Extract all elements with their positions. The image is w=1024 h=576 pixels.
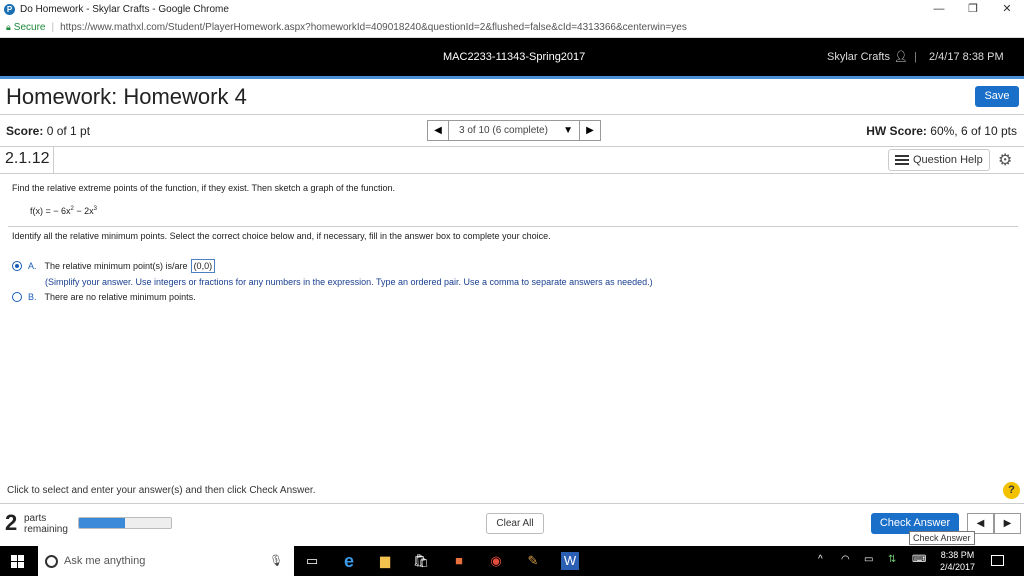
choice-a-text: The relative minimum point(s) is/are bbox=[44, 261, 188, 271]
page-title: Homework: Homework 4 bbox=[6, 84, 247, 109]
header-datetime: 2/4/17 8:38 PM bbox=[929, 51, 1004, 63]
radio-choice-b[interactable] bbox=[12, 292, 22, 302]
answer-input[interactable]: (0,0) bbox=[190, 259, 216, 273]
header-divider: | bbox=[914, 51, 917, 63]
user-name[interactable]: Skylar Crafts bbox=[827, 51, 890, 63]
divider bbox=[0, 503, 1024, 504]
task-view-icon[interactable]: ▭ bbox=[303, 552, 321, 570]
question-number: 2.1.12 bbox=[0, 147, 54, 173]
window-titlebar: P Do Homework - Skylar Crafts - Google C… bbox=[0, 0, 1024, 18]
taskbar-search[interactable]: Ask me anything 🎙︎ bbox=[38, 546, 294, 576]
header-accent-strip bbox=[0, 76, 1024, 79]
score-label: Score: bbox=[6, 124, 44, 138]
taskbar-clock[interactable]: 8:38 PM 2/4/2017 bbox=[940, 549, 975, 573]
windows-start-icon[interactable] bbox=[11, 555, 24, 568]
taskbar-date: 2/4/2017 bbox=[940, 562, 976, 572]
question-navigator: ◀ 3 of 10 (6 complete) ▼ ▶ bbox=[427, 120, 601, 141]
mathxl-favicon-icon: P bbox=[4, 3, 15, 15]
list-icon bbox=[895, 155, 909, 165]
edge-icon[interactable]: e bbox=[340, 552, 358, 570]
answer-hint: (Simplify your answer. Use integers or f… bbox=[45, 277, 653, 287]
chevron-down-icon: ▼ bbox=[563, 125, 573, 136]
chevron-up-icon[interactable]: ^ bbox=[818, 554, 823, 565]
question-instruction: Identify all the relative minimum points… bbox=[12, 231, 551, 241]
microphone-icon[interactable]: 🎙︎ bbox=[269, 554, 283, 567]
divider bbox=[0, 173, 1024, 174]
radio-choice-a[interactable] bbox=[12, 261, 22, 271]
paint-icon[interactable]: ✎ bbox=[524, 552, 542, 570]
parts-count: 2 bbox=[5, 510, 18, 535]
divider bbox=[8, 226, 1018, 227]
help-icon[interactable]: ? bbox=[1003, 482, 1020, 499]
choice-a-letter: A. bbox=[28, 261, 37, 271]
question-help-label: Question Help bbox=[913, 154, 983, 166]
score: Score: 0 of 1 pt bbox=[6, 124, 90, 138]
minimize-icon[interactable]: — bbox=[922, 0, 956, 18]
app-icon[interactable]: ■ bbox=[450, 552, 468, 570]
parts-label: parts remaining bbox=[24, 513, 68, 535]
function-expression: f(x) = − 6x2 − 2x3 bbox=[30, 206, 97, 216]
next-part-icon[interactable]: ▶ bbox=[994, 513, 1021, 534]
notification-icon[interactable] bbox=[991, 555, 1004, 566]
window-title: Do Homework - Skylar Crafts - Google Chr… bbox=[20, 3, 229, 15]
hw-score-value: 60%, 6 of 10 pts bbox=[930, 124, 1017, 138]
save-button[interactable]: Save bbox=[975, 86, 1019, 107]
course-header: MAC2233-11343-Spring2017 Skylar Crafts 👤… bbox=[0, 38, 1024, 76]
progress-bar-fill bbox=[79, 518, 125, 528]
restore-icon[interactable]: ❐ bbox=[956, 0, 990, 18]
taskbar-time: 8:38 PM bbox=[940, 550, 975, 560]
address-divider: | bbox=[51, 22, 55, 33]
part-navigator: ◀ ▶ bbox=[967, 513, 1021, 534]
network-sync-icon[interactable]: ⇅ bbox=[888, 554, 896, 565]
course-name: MAC2233-11343-Spring2017 bbox=[443, 51, 586, 63]
question-help-button[interactable]: Question Help bbox=[888, 149, 990, 171]
file-explorer-icon[interactable]: ▆ bbox=[376, 552, 394, 570]
wifi-icon[interactable]: ◠ bbox=[841, 554, 850, 565]
check-answer-tooltip: Check Answer bbox=[909, 531, 975, 545]
divider bbox=[0, 146, 1024, 147]
close-icon[interactable]: ✕ bbox=[990, 0, 1024, 18]
cortana-icon bbox=[45, 554, 58, 568]
score-value: 0 of 1 pt bbox=[46, 124, 91, 138]
clear-all-button[interactable]: Clear All bbox=[486, 513, 544, 534]
battery-icon[interactable]: ▭ bbox=[864, 554, 873, 565]
progress-bar bbox=[78, 517, 172, 529]
footer-instruction: Click to select and enter your answer(s)… bbox=[7, 485, 316, 496]
divider bbox=[0, 114, 1024, 115]
question-select-value: 3 of 10 (6 complete) bbox=[459, 125, 548, 136]
word-icon[interactable]: W bbox=[561, 552, 579, 570]
user-icon[interactable]: 👤︎ bbox=[894, 50, 908, 63]
keyboard-icon[interactable]: ⌨ bbox=[912, 554, 926, 565]
chrome-icon[interactable]: ◉ bbox=[487, 552, 505, 570]
gear-icon[interactable]: ⚙ bbox=[998, 150, 1012, 170]
question-select[interactable]: 3 of 10 (6 complete) ▼ bbox=[449, 120, 579, 141]
lock-icon: 🔒︎ bbox=[6, 22, 11, 32]
question-prompt: Find the relative extreme points of the … bbox=[12, 183, 396, 193]
choice-b-letter: B. bbox=[28, 292, 37, 302]
search-input[interactable]: Ask me anything bbox=[64, 555, 145, 567]
address-bar[interactable]: 🔒︎ Secure | https://www.mathxl.com/Stude… bbox=[0, 18, 1024, 38]
previous-question-icon[interactable]: ◀ bbox=[427, 120, 449, 141]
store-icon[interactable]: 🛍︎ bbox=[412, 552, 430, 570]
secure-label: Secure bbox=[13, 22, 46, 33]
choice-b[interactable]: B. There are no relative minimum points. bbox=[12, 292, 196, 302]
next-question-icon[interactable]: ▶ bbox=[579, 120, 601, 141]
choice-b-text: There are no relative minimum points. bbox=[44, 292, 196, 302]
hw-score: HW Score: 60%, 6 of 10 pts bbox=[866, 124, 1017, 138]
window-controls: — ❐ ✕ bbox=[922, 0, 1024, 18]
url-text[interactable]: https://www.mathxl.com/Student/PlayerHom… bbox=[60, 22, 687, 33]
hw-score-label: HW Score: bbox=[866, 124, 927, 138]
choice-a[interactable]: A. The relative minimum point(s) is/are … bbox=[12, 259, 216, 273]
